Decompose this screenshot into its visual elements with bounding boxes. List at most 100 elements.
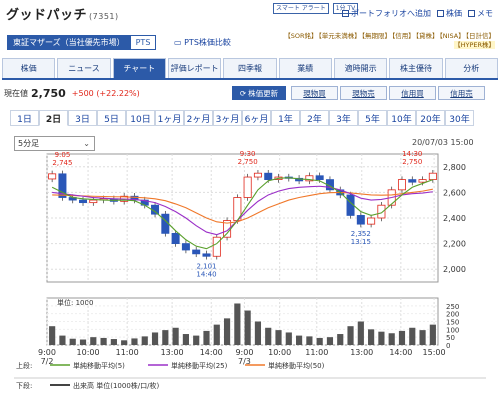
time-axis-label: 10:00 <box>77 348 100 357</box>
smart-alert-icon[interactable]: スマート アラート <box>273 3 329 14</box>
time-axis-label: 9:00 <box>235 348 253 357</box>
tab-analysis[interactable]: 分析 <box>444 58 498 78</box>
time-axis-label: 13:00 <box>350 348 373 357</box>
price-icon <box>437 10 444 17</box>
period-tab[interactable]: 5日 <box>97 110 126 126</box>
tab-chart[interactable]: チャート <box>112 58 166 78</box>
annotation-time: 9:05 <box>55 151 71 159</box>
period-tab[interactable]: 10年 <box>387 110 416 126</box>
time-axis-label: 11:00 <box>116 348 139 357</box>
tag-margin: 【信用】 <box>392 32 415 40</box>
period-tab[interactable]: 1ヶ月 <box>155 110 184 126</box>
volume-bar <box>296 335 303 345</box>
memo-link[interactable]: メモ <box>468 8 493 19</box>
period-tab[interactable]: 3ヶ月 <box>213 110 242 126</box>
candle <box>181 243 190 251</box>
volume-bar <box>347 326 354 345</box>
period-tab[interactable]: 2日 <box>39 110 68 126</box>
legend-upper-label: 上段: <box>16 361 32 370</box>
volume-bar <box>265 327 272 345</box>
pts-compare-label: PTS株価比較 <box>184 38 231 47</box>
period-tab[interactable]: 3日 <box>68 110 97 126</box>
refresh-price-button[interactable]: ⟳ 株価更新 <box>232 86 286 100</box>
candle <box>171 232 180 245</box>
annotation-value: 2,750 <box>402 158 422 166</box>
candle <box>377 204 386 219</box>
volume-bar <box>223 318 231 345</box>
time-axis-label: 14:00 <box>200 348 223 357</box>
interval-select[interactable]: 5分足 ⌄ <box>14 136 95 151</box>
add-portfolio-link[interactable]: ポートフォリオへ追加 <box>342 8 431 19</box>
price-axis-label: 2,000 <box>443 265 466 274</box>
refresh-icon: ⟳ <box>239 88 247 98</box>
market-tab-pts[interactable]: PTS <box>130 35 157 50</box>
time-axis-label: 10:00 <box>268 348 291 357</box>
tab-rating-report[interactable]: 評価レポート <box>167 58 222 78</box>
period-tab[interactable]: 2年 <box>300 110 329 126</box>
candle <box>418 179 427 183</box>
volume-bar <box>110 339 117 345</box>
volume-bar <box>419 330 426 345</box>
candle <box>253 172 262 178</box>
pts-compare-link[interactable]: ▭ PTS株価比較 <box>174 37 231 48</box>
volume-bar <box>429 324 436 345</box>
volume-bar <box>357 321 364 345</box>
margin-buy-button[interactable]: 信用買 <box>389 86 436 100</box>
volume-axis-label: 50 <box>446 334 455 342</box>
annotation-value: 2,101 <box>196 262 216 270</box>
price-link[interactable]: 株価 <box>437 8 462 19</box>
tag-lending: 【貸株】 <box>415 32 439 40</box>
period-tab[interactable]: 5年 <box>358 110 387 126</box>
period-tab[interactable]: 20年 <box>416 110 445 126</box>
legend-item: 単純移動平均(50) <box>268 361 325 370</box>
period-tab[interactable]: 6ヶ月 <box>242 110 271 126</box>
volume-bar <box>337 334 344 345</box>
stock-chart: 2,800 2,600 2,400 2,200 2,000 250200150100500… <box>14 150 486 390</box>
volume-axis-label: 250 <box>446 303 459 311</box>
volume-bar <box>368 329 375 345</box>
sell-button[interactable]: 現物売 <box>340 86 387 100</box>
current-price-label: 現在値 <box>4 88 28 98</box>
candle <box>243 176 252 198</box>
tab-shikiho[interactable]: 四季報 <box>223 58 277 78</box>
tab-news[interactable]: ニュース <box>57 58 111 78</box>
volume-bar <box>162 330 169 345</box>
volume-bar <box>151 332 159 345</box>
volume-bar <box>378 331 385 345</box>
tab-benefits[interactable]: 株主優待 <box>389 58 443 78</box>
candle <box>79 199 88 204</box>
volume-bar <box>326 337 334 345</box>
volume-axis-label: 200 <box>446 311 459 319</box>
period-tab[interactable]: 1日 <box>10 110 39 126</box>
price-axis-label: 2,600 <box>443 188 466 197</box>
tag-nisa: 【NISA】 <box>439 32 465 40</box>
volume-bar <box>388 333 395 345</box>
market-tab-mothers[interactable]: 東証マザーズ（当社優先市場） <box>7 35 131 50</box>
price-row: 現在値 2,750 +500 (+22.22%) <box>4 86 140 100</box>
price-axis-label: 2,200 <box>443 240 466 249</box>
period-tab[interactable]: 2ヶ月 <box>184 110 213 126</box>
tab-price[interactable]: 株価 <box>2 58 56 78</box>
annotation-value: 2,750 <box>238 158 258 166</box>
annotation-time: 9:30 <box>240 150 256 158</box>
period-tab[interactable]: 30年 <box>445 110 474 126</box>
volume-bar <box>141 336 148 345</box>
stock-title: グッドパッチ (7351) <box>6 4 119 23</box>
annotation-value: 2,352 <box>351 230 371 238</box>
volume-bar <box>79 339 87 345</box>
candle <box>48 173 57 180</box>
margin-sell-button[interactable]: 信用売 <box>438 86 485 100</box>
buy-button[interactable]: 現物買 <box>291 86 338 100</box>
refresh-label: 株価更新 <box>248 88 279 98</box>
volume-bar <box>213 324 220 345</box>
candle <box>192 249 201 255</box>
legend-item: 出来高 単位(1000株/口/枚) <box>73 381 159 390</box>
period-tab[interactable]: 1年 <box>271 110 300 126</box>
period-tab[interactable]: 10日 <box>126 110 155 126</box>
volume-axis-label: 0 <box>446 342 450 350</box>
period-tab[interactable]: 3年 <box>329 110 358 126</box>
tab-earnings[interactable]: 業績 <box>278 58 332 78</box>
tab-disclosure[interactable]: 適時開示 <box>333 58 388 78</box>
legend-lower-label: 下段: <box>16 381 32 390</box>
volume-axis-label: 150 <box>446 319 459 327</box>
